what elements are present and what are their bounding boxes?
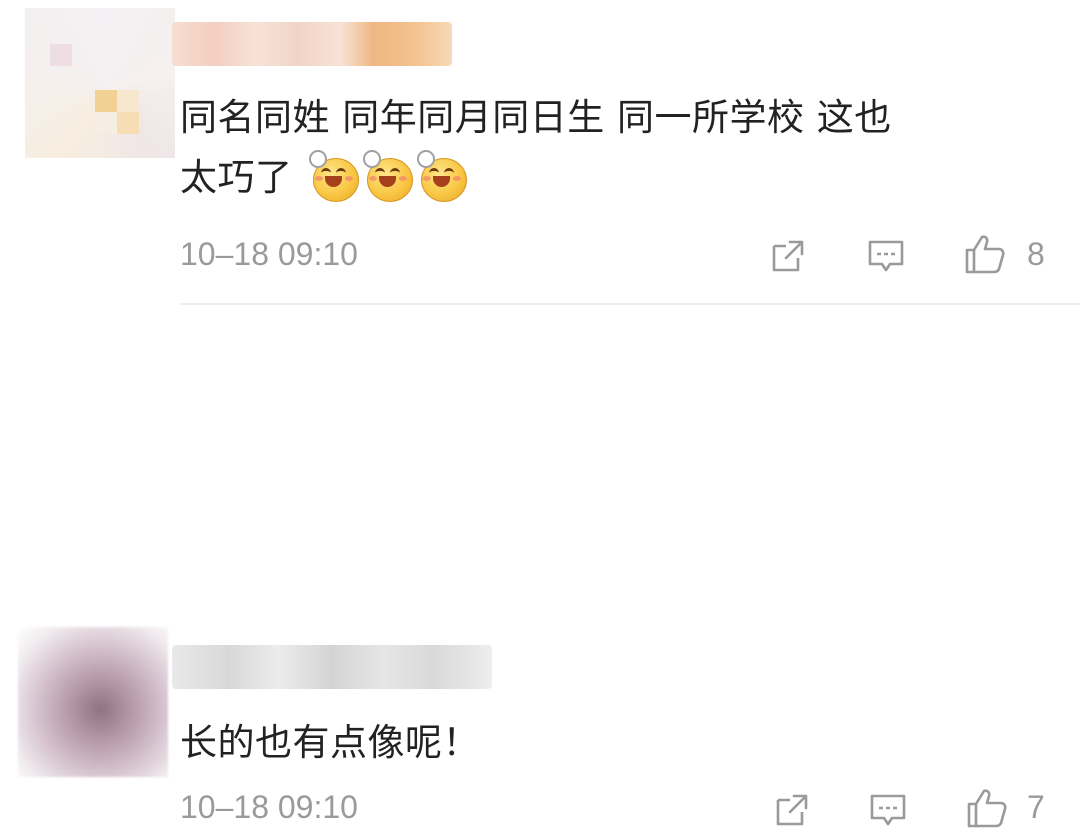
blush-smile-emoji-icon: [416, 150, 467, 202]
comment-icon: [870, 794, 906, 826]
avatar[interactable]: [25, 8, 175, 158]
share-button[interactable]: [770, 788, 814, 832]
blush-smile-emoji-icon: [362, 150, 413, 202]
comment-text: 长的也有点像呢！: [180, 721, 480, 764]
username-blurred[interactable]: [172, 645, 492, 689]
share-button[interactable]: [766, 234, 810, 278]
avatar[interactable]: [18, 627, 168, 777]
comment-item: 长的也有点像呢！ 10–18 09:10 7: [0, 305, 1080, 828]
timestamp: 10–18 09:10: [180, 789, 358, 825]
share-icon: [776, 794, 808, 826]
like-count: 7: [1027, 789, 1045, 825]
like-button[interactable]: [963, 232, 1007, 276]
like-button[interactable]: [965, 786, 1009, 830]
username-blurred[interactable]: [172, 22, 452, 66]
comment-item: 同名同姓 同年同月同日生 同一所学校 这也 太巧了 10–18 09:10 8: [0, 0, 1080, 305]
comment-button[interactable]: [866, 788, 910, 832]
thumbs-up-icon: [967, 789, 1007, 828]
blush-smile-emoji-icon: [308, 150, 359, 202]
thumbs-up-icon: [965, 235, 1005, 274]
timestamp: 10–18 09:10: [180, 236, 358, 272]
comment-button[interactable]: [864, 234, 908, 278]
share-icon: [772, 240, 804, 272]
like-count: 8: [1027, 236, 1045, 272]
comment-text: 同名同姓 同年同月同日生 同一所学校 这也 太巧了: [180, 88, 1040, 208]
comment-text-line2: 太巧了: [180, 156, 293, 199]
comment-icon: [868, 240, 904, 272]
